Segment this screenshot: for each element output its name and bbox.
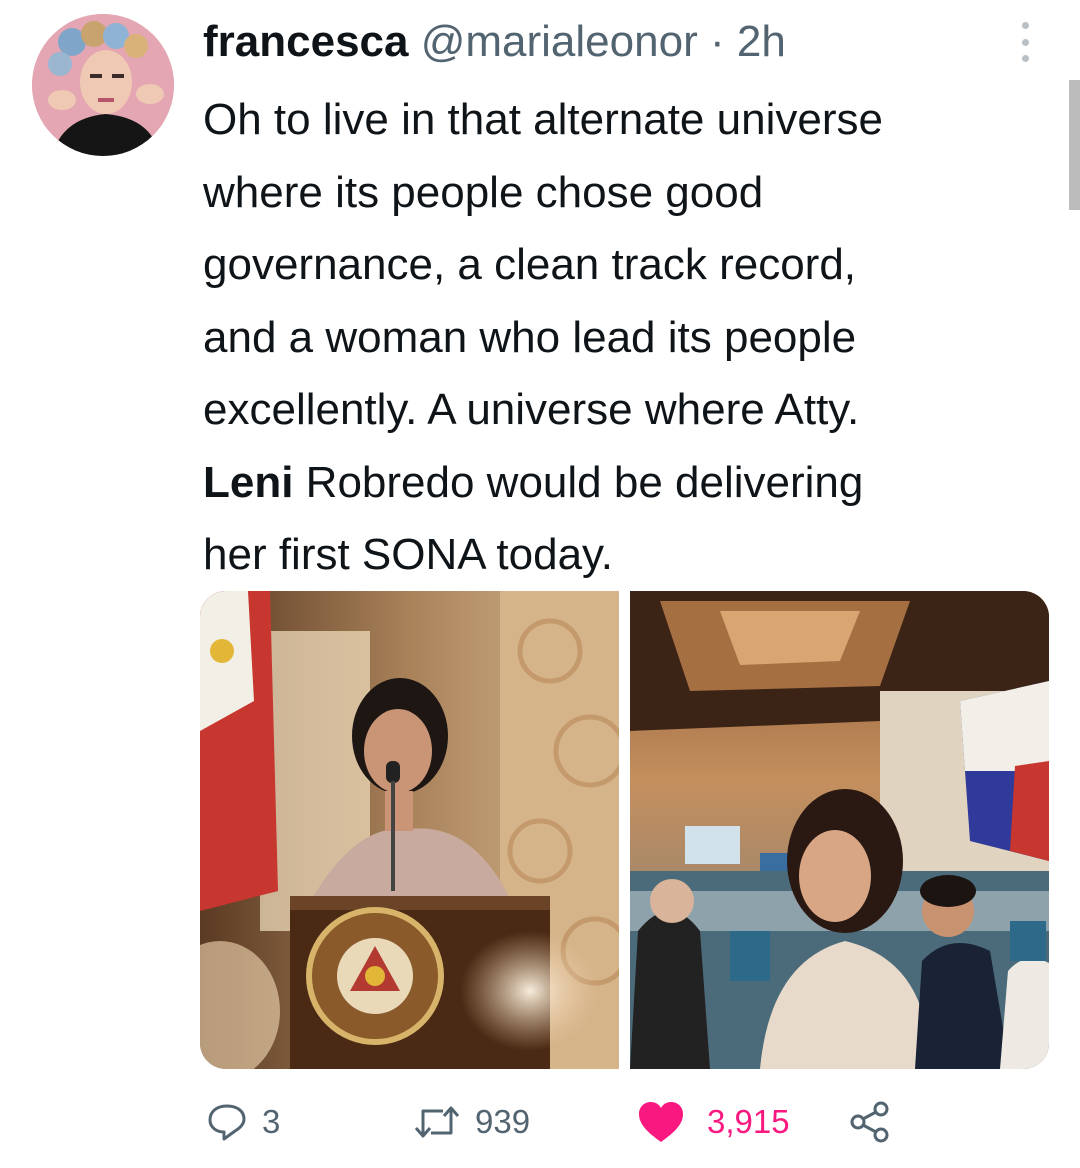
tweet-text-line: Leni Robredo would be delivering [203, 447, 1063, 520]
tweet-text-line: where its people chose good [203, 167, 764, 217]
tweet-text-segment: Robredo would be delivering [293, 457, 864, 507]
display-name[interactable]: francesca [203, 17, 408, 66]
more-icon[interactable] [1010, 22, 1040, 62]
tweet[interactable]: francesca @marialeonor · 2h Oh to live i… [0, 0, 1080, 1168]
tweet-text-line: her first SONA today. [203, 530, 614, 579]
reply-count: 3 [262, 1103, 281, 1140]
avatar[interactable] [32, 14, 174, 156]
tweet-text: Oh to live in that alternate universe wh… [203, 84, 1063, 592]
timestamp[interactable]: 2h [737, 17, 786, 66]
reply-button[interactable]: 3 [206, 1094, 280, 1150]
photo-session-hall[interactable] [630, 591, 1049, 1069]
separator: · [709, 17, 725, 66]
retweet-button[interactable]: 939 [413, 1094, 530, 1150]
tweet-text-line: governance, a clean track record, [203, 240, 857, 289]
like-icon [639, 1102, 683, 1142]
tweet-media [200, 591, 1049, 1069]
highlighted-keyword: Leni [203, 457, 294, 507]
reply-icon [208, 1104, 246, 1141]
share-icon [850, 1101, 889, 1143]
tweet-header: francesca @marialeonor · 2h [203, 14, 786, 70]
like-count: 3,915 [707, 1103, 790, 1140]
share-button[interactable] [848, 1094, 892, 1150]
scrollbar-thumb[interactable] [1069, 80, 1080, 210]
user-handle[interactable]: @marialeonor [421, 17, 698, 66]
tweet-actions: 3 939 3,915 [200, 1094, 920, 1150]
tweet-text-line: excellently. A universe where Atty. [203, 385, 860, 434]
tweet-text-line: Oh to live in that alternate universe [203, 95, 883, 144]
photo-speech-podium[interactable] [200, 591, 619, 1069]
like-button[interactable]: 3,915 [637, 1094, 790, 1150]
retweet-icon [414, 1106, 460, 1138]
tweet-text-line: and a woman who lead its people [203, 312, 857, 362]
retweet-count: 939 [475, 1103, 531, 1140]
